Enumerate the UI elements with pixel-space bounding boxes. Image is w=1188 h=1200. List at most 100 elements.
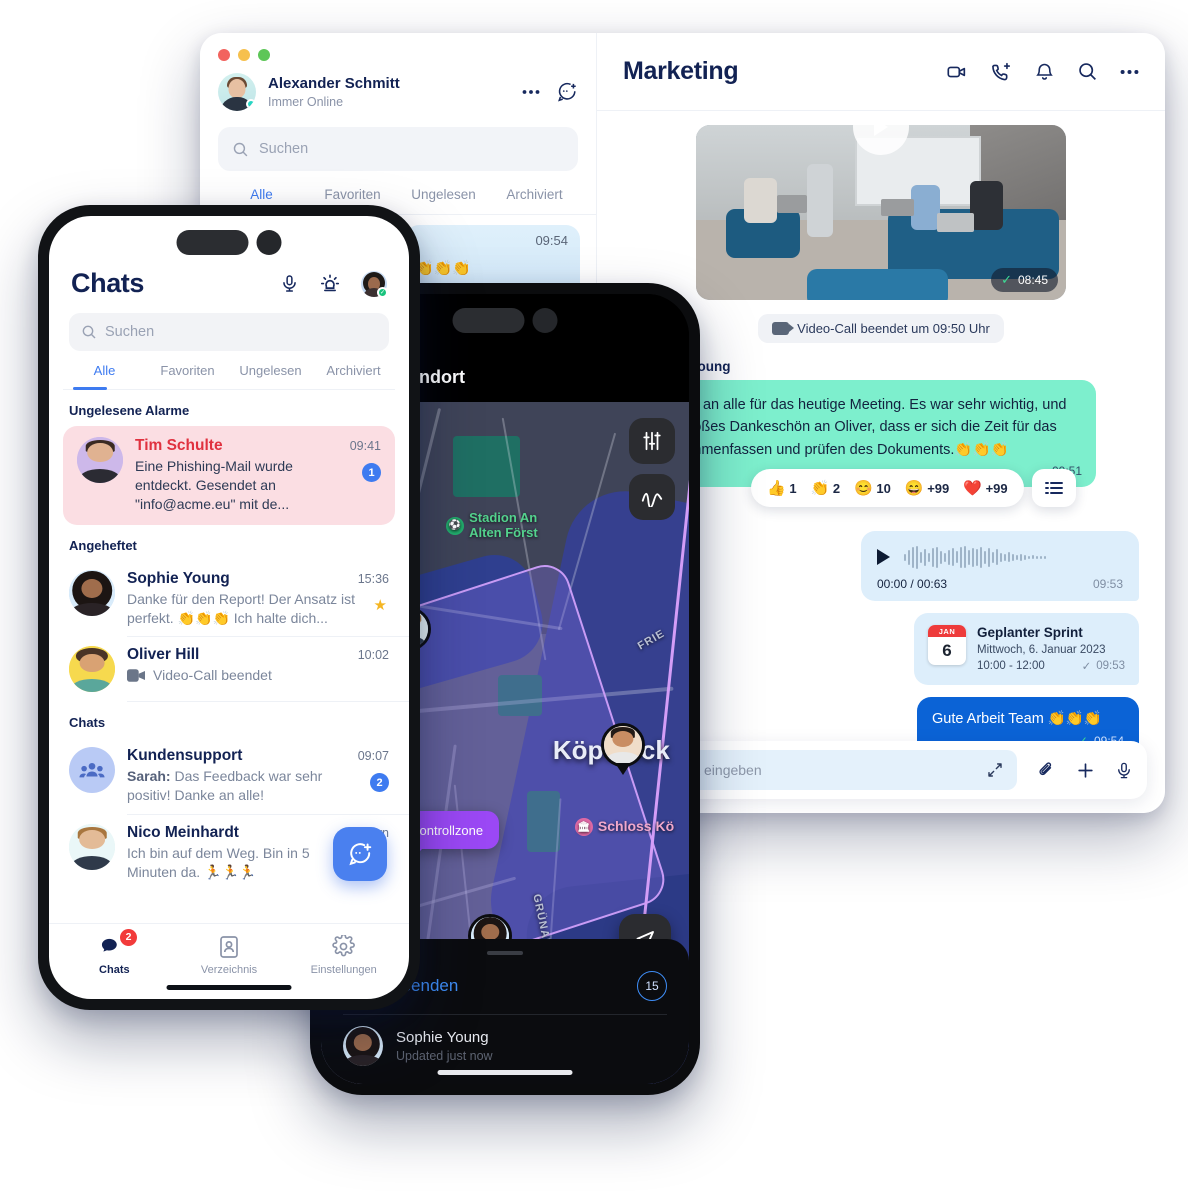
control-zone-label: Kontrollzone [410, 822, 484, 838]
check-icon: ✓ [1081, 661, 1092, 674]
castle-label-text: Schloss Kö [597, 818, 675, 835]
phone-chats-device: Chats ✓ Suchen Alle Favoriten Ungelesen … [38, 205, 420, 1010]
play-icon[interactable] [877, 549, 890, 566]
tab-ungelesen[interactable]: Ungelesen [229, 363, 312, 389]
avatar [69, 747, 115, 794]
bell-icon[interactable] [1034, 61, 1055, 82]
reaction-list-icon[interactable] [1031, 469, 1076, 508]
more-icon[interactable] [1120, 69, 1139, 75]
attachment-icon[interactable] [1037, 761, 1056, 780]
add-call-icon[interactable] [990, 61, 1012, 83]
system-note-text: Video-Call beendet um 09:50 Uhr [797, 321, 990, 336]
countdown-badge: 15 [637, 971, 667, 1001]
plus-icon[interactable] [1076, 761, 1095, 780]
microphone-icon[interactable] [1115, 761, 1133, 780]
list-item[interactable]: Sophie Young 15:36 Danke für den Report!… [49, 561, 409, 637]
nav-chats-badge: 2 [120, 928, 138, 946]
reaction-count: +99 [985, 480, 1008, 496]
section-label: Ungelesene Alarme [69, 403, 190, 418]
contact-name: Tim Schulte [135, 437, 223, 454]
avatar [218, 73, 256, 111]
audio-message[interactable]: 00:00 / 00:63 09:53 [861, 531, 1139, 602]
close-icon[interactable] [218, 49, 230, 61]
castle-label: 🏛 Schloss Kö [574, 818, 675, 837]
new-chat-button[interactable] [333, 827, 387, 881]
list-item[interactable]: Tim Schulte 09:41 Eine Phishing-Mail wur… [63, 426, 395, 525]
tab-archiviert[interactable]: Archiviert [312, 363, 395, 389]
tab-favoriten[interactable]: Favoriten [146, 363, 229, 389]
video-thumbnail[interactable]: ✓ 08:45 [696, 125, 1066, 300]
home-indicator [166, 985, 292, 990]
page-title: Marketing [623, 57, 739, 85]
verified-check-icon: ✓ [377, 286, 388, 298]
maximize-icon[interactable] [258, 49, 270, 61]
search-icon[interactable] [1077, 61, 1098, 82]
tab-archiviert[interactable]: Archiviert [489, 187, 580, 214]
timestamp: 09:41 [349, 439, 381, 453]
peek-bubble-emoji: 👏👏👏 [415, 260, 472, 277]
window-traffic-lights [200, 33, 596, 61]
screenshot-stage: Alexander Schmitt Immer Online Suchen Al… [0, 0, 1188, 1200]
calendar-day: 6 [942, 641, 952, 661]
calendar-message[interactable]: JAN 6 Geplanter Sprint Mittwoch, 6. Janu… [914, 613, 1139, 686]
nav-verzeichnis[interactable]: Verzeichnis [172, 934, 287, 976]
nav-chats-label: Chats [99, 963, 130, 976]
search-input[interactable]: Suchen [218, 127, 578, 171]
page-title: Chats [71, 268, 145, 298]
profile-name: Alexander Schmitt [268, 74, 400, 92]
nav-einstellungen[interactable]: Einstellungen [286, 934, 401, 976]
shared-person-row[interactable]: Sophie Young Updated just now [343, 1026, 667, 1066]
directory-icon [220, 935, 238, 958]
map-draw-icon[interactable] [629, 474, 675, 520]
reaction-emoji: ❤️ [963, 479, 982, 497]
shared-person-status: Updated just now [396, 1049, 493, 1063]
home-indicator [437, 1070, 573, 1075]
search-input[interactable]: Suchen [69, 313, 389, 351]
message-preview: Video-Call beendet [153, 667, 272, 684]
avatar [69, 824, 115, 871]
alarm-icon[interactable] [319, 273, 341, 295]
map-pin-user[interactable] [600, 722, 645, 775]
group-icon [79, 763, 105, 778]
reaction-emoji: 😄 [904, 479, 924, 497]
message-sender-name: Sophie Young [641, 359, 731, 374]
tab-ungelesen[interactable]: Ungelesen [398, 187, 489, 214]
map-filter-icon[interactable] [629, 418, 675, 464]
list-item[interactable]: Kundensupport 09:07 Sarah: Das Feedback … [49, 738, 409, 814]
reaction-emoji: 👍 [767, 479, 786, 497]
dynamic-island [176, 230, 282, 255]
nav-chats[interactable]: 2 Chats [57, 928, 172, 976]
message-preview: Danke für den Report! Der Ansatz ist per… [127, 590, 355, 626]
search-icon [232, 141, 249, 158]
calendar-date: Mittwoch, 6. Januar 2023 [977, 644, 1106, 657]
avatar [77, 437, 123, 483]
chats-screen: Chats ✓ Suchen Alle Favoriten Ungelesen … [49, 216, 409, 999]
more-icon[interactable] [522, 89, 540, 95]
stadium-icon: ⚽ [446, 517, 465, 536]
dynamic-island [452, 308, 558, 333]
avatar[interactable]: ✓ [361, 270, 388, 298]
minimize-icon[interactable] [238, 49, 250, 61]
new-chat-icon[interactable] [556, 81, 578, 103]
tab-indicator [73, 387, 107, 390]
audio-waveform [904, 545, 1123, 569]
timestamp: 10:02 [357, 648, 389, 663]
message-text: Gute Arbeit Team 👏👏👏 [932, 711, 1102, 728]
reaction-emoji: 👏 [810, 479, 830, 497]
expand-icon[interactable] [987, 762, 1003, 778]
reaction-count: +99 [927, 480, 950, 496]
message-text: Danke an alle für das heutige Meeting. E… [657, 397, 1067, 458]
sheet-grabber[interactable] [487, 951, 523, 955]
profile-header[interactable]: Alexander Schmitt Immer Online [200, 61, 596, 125]
online-status-dot [246, 99, 256, 109]
star-icon: ★ [373, 596, 387, 614]
tab-alle[interactable]: Alle [63, 363, 146, 389]
timestamp: 09:07 [357, 749, 389, 764]
microphone-icon[interactable] [280, 273, 299, 294]
reaction-pill[interactable]: 👍 1 👏 2 😊 10 😄 +99 ❤️ +99 [751, 469, 1024, 508]
calendar-hours: 10:00 - 12:00 [977, 660, 1045, 673]
list-item[interactable]: Oliver Hill 10:02 Video-Call beendet [49, 637, 409, 701]
video-call-icon[interactable] [946, 61, 968, 83]
chats-tabs: Alle Favoriten Ungelesen Archiviert [63, 363, 395, 390]
preview-sender: Sarah: [127, 768, 171, 785]
